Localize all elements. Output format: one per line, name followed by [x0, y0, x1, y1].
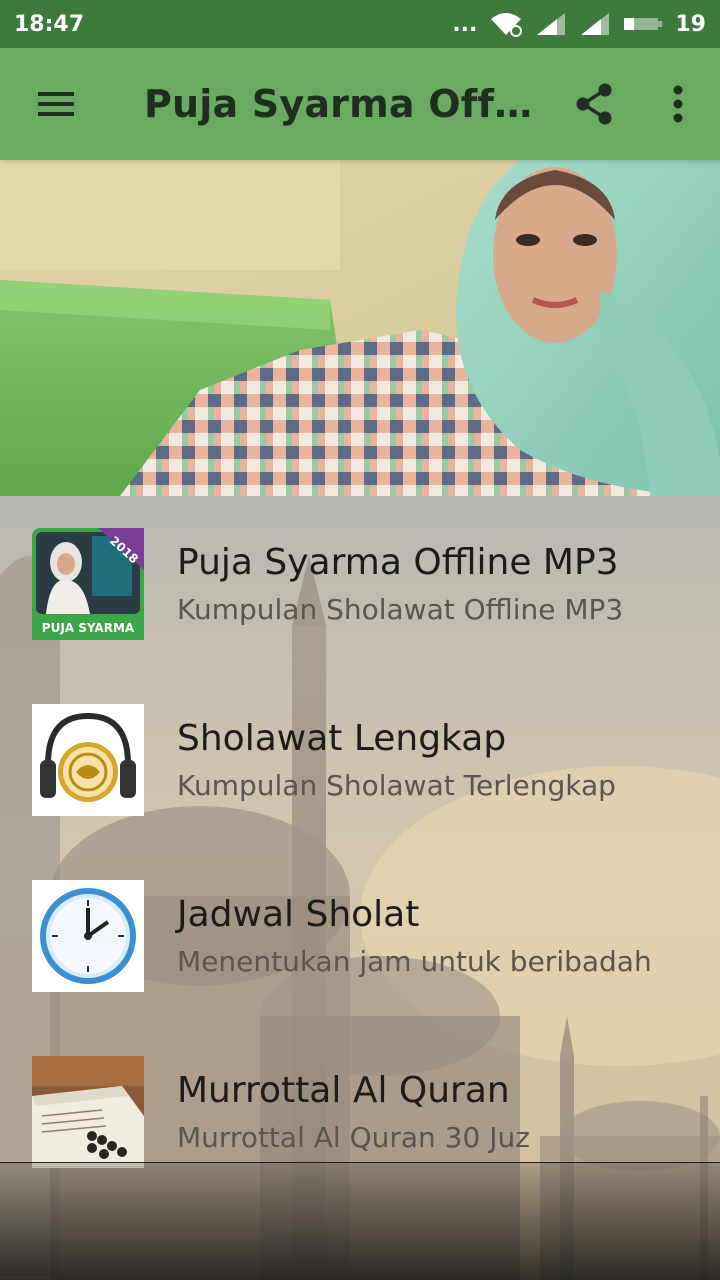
headphones-quran-icon — [32, 704, 144, 816]
list-item-title: Murrottal Al Quran — [177, 1070, 510, 1111]
status-bar: 18:47 ... 19 — [0, 0, 720, 48]
signal-icon-2 — [579, 11, 611, 37]
list-item-title: Puja Syarma Offline MP3 — [177, 542, 619, 583]
list-item-subtitle: Menentukan jam untuk beribadah — [177, 945, 652, 978]
menu-list: 2018 PUJA SYARMA Puja Syarma Offline MP3… — [0, 496, 720, 1200]
signal-icon — [535, 11, 567, 37]
status-icons: ... 19 — [452, 11, 706, 37]
clock-icon — [32, 880, 144, 992]
status-dots: ... — [452, 11, 478, 37]
share-button[interactable] — [552, 48, 636, 160]
wifi-icon — [489, 11, 523, 37]
menu-icon — [38, 92, 74, 116]
header-banner-image — [0, 160, 720, 496]
list-item-subtitle: Kumpulan Sholawat Offline MP3 — [177, 593, 624, 626]
menu-button[interactable] — [0, 48, 112, 160]
list-item-title: Sholawat Lengkap — [177, 718, 507, 759]
share-icon — [576, 83, 612, 125]
quran-icon — [32, 1056, 144, 1168]
status-time: 18:47 — [14, 11, 85, 37]
more-options-button[interactable] — [636, 48, 720, 160]
app-title: Puja Syarma Offline… — [144, 82, 552, 126]
list-item-puja-syarma[interactable]: 2018 PUJA SYARMA Puja Syarma Offline MP3… — [0, 496, 720, 672]
list-item-jadwal-sholat[interactable]: Jadwal Sholat Menentukan jam untuk berib… — [0, 848, 720, 1024]
app-bar: Puja Syarma Offline… — [0, 48, 720, 160]
battery-level: 19 — [675, 11, 706, 37]
bottom-ad-area — [0, 1162, 720, 1280]
list-item-sholawat-lengkap[interactable]: Sholawat Lengkap Kumpulan Sholawat Terle… — [0, 672, 720, 848]
app-logo-icon: 2018 PUJA SYARMA — [32, 528, 144, 640]
list-item-subtitle: Murrottal Al Quran 30 Juz — [177, 1121, 530, 1154]
battery-icon — [623, 15, 663, 33]
more-vert-icon — [673, 85, 683, 123]
list-item-title: Jadwal Sholat — [177, 894, 420, 935]
list-item-subtitle: Kumpulan Sholawat Terlengkap — [177, 769, 616, 802]
logo-text: PUJA SYARMA — [42, 621, 135, 635]
